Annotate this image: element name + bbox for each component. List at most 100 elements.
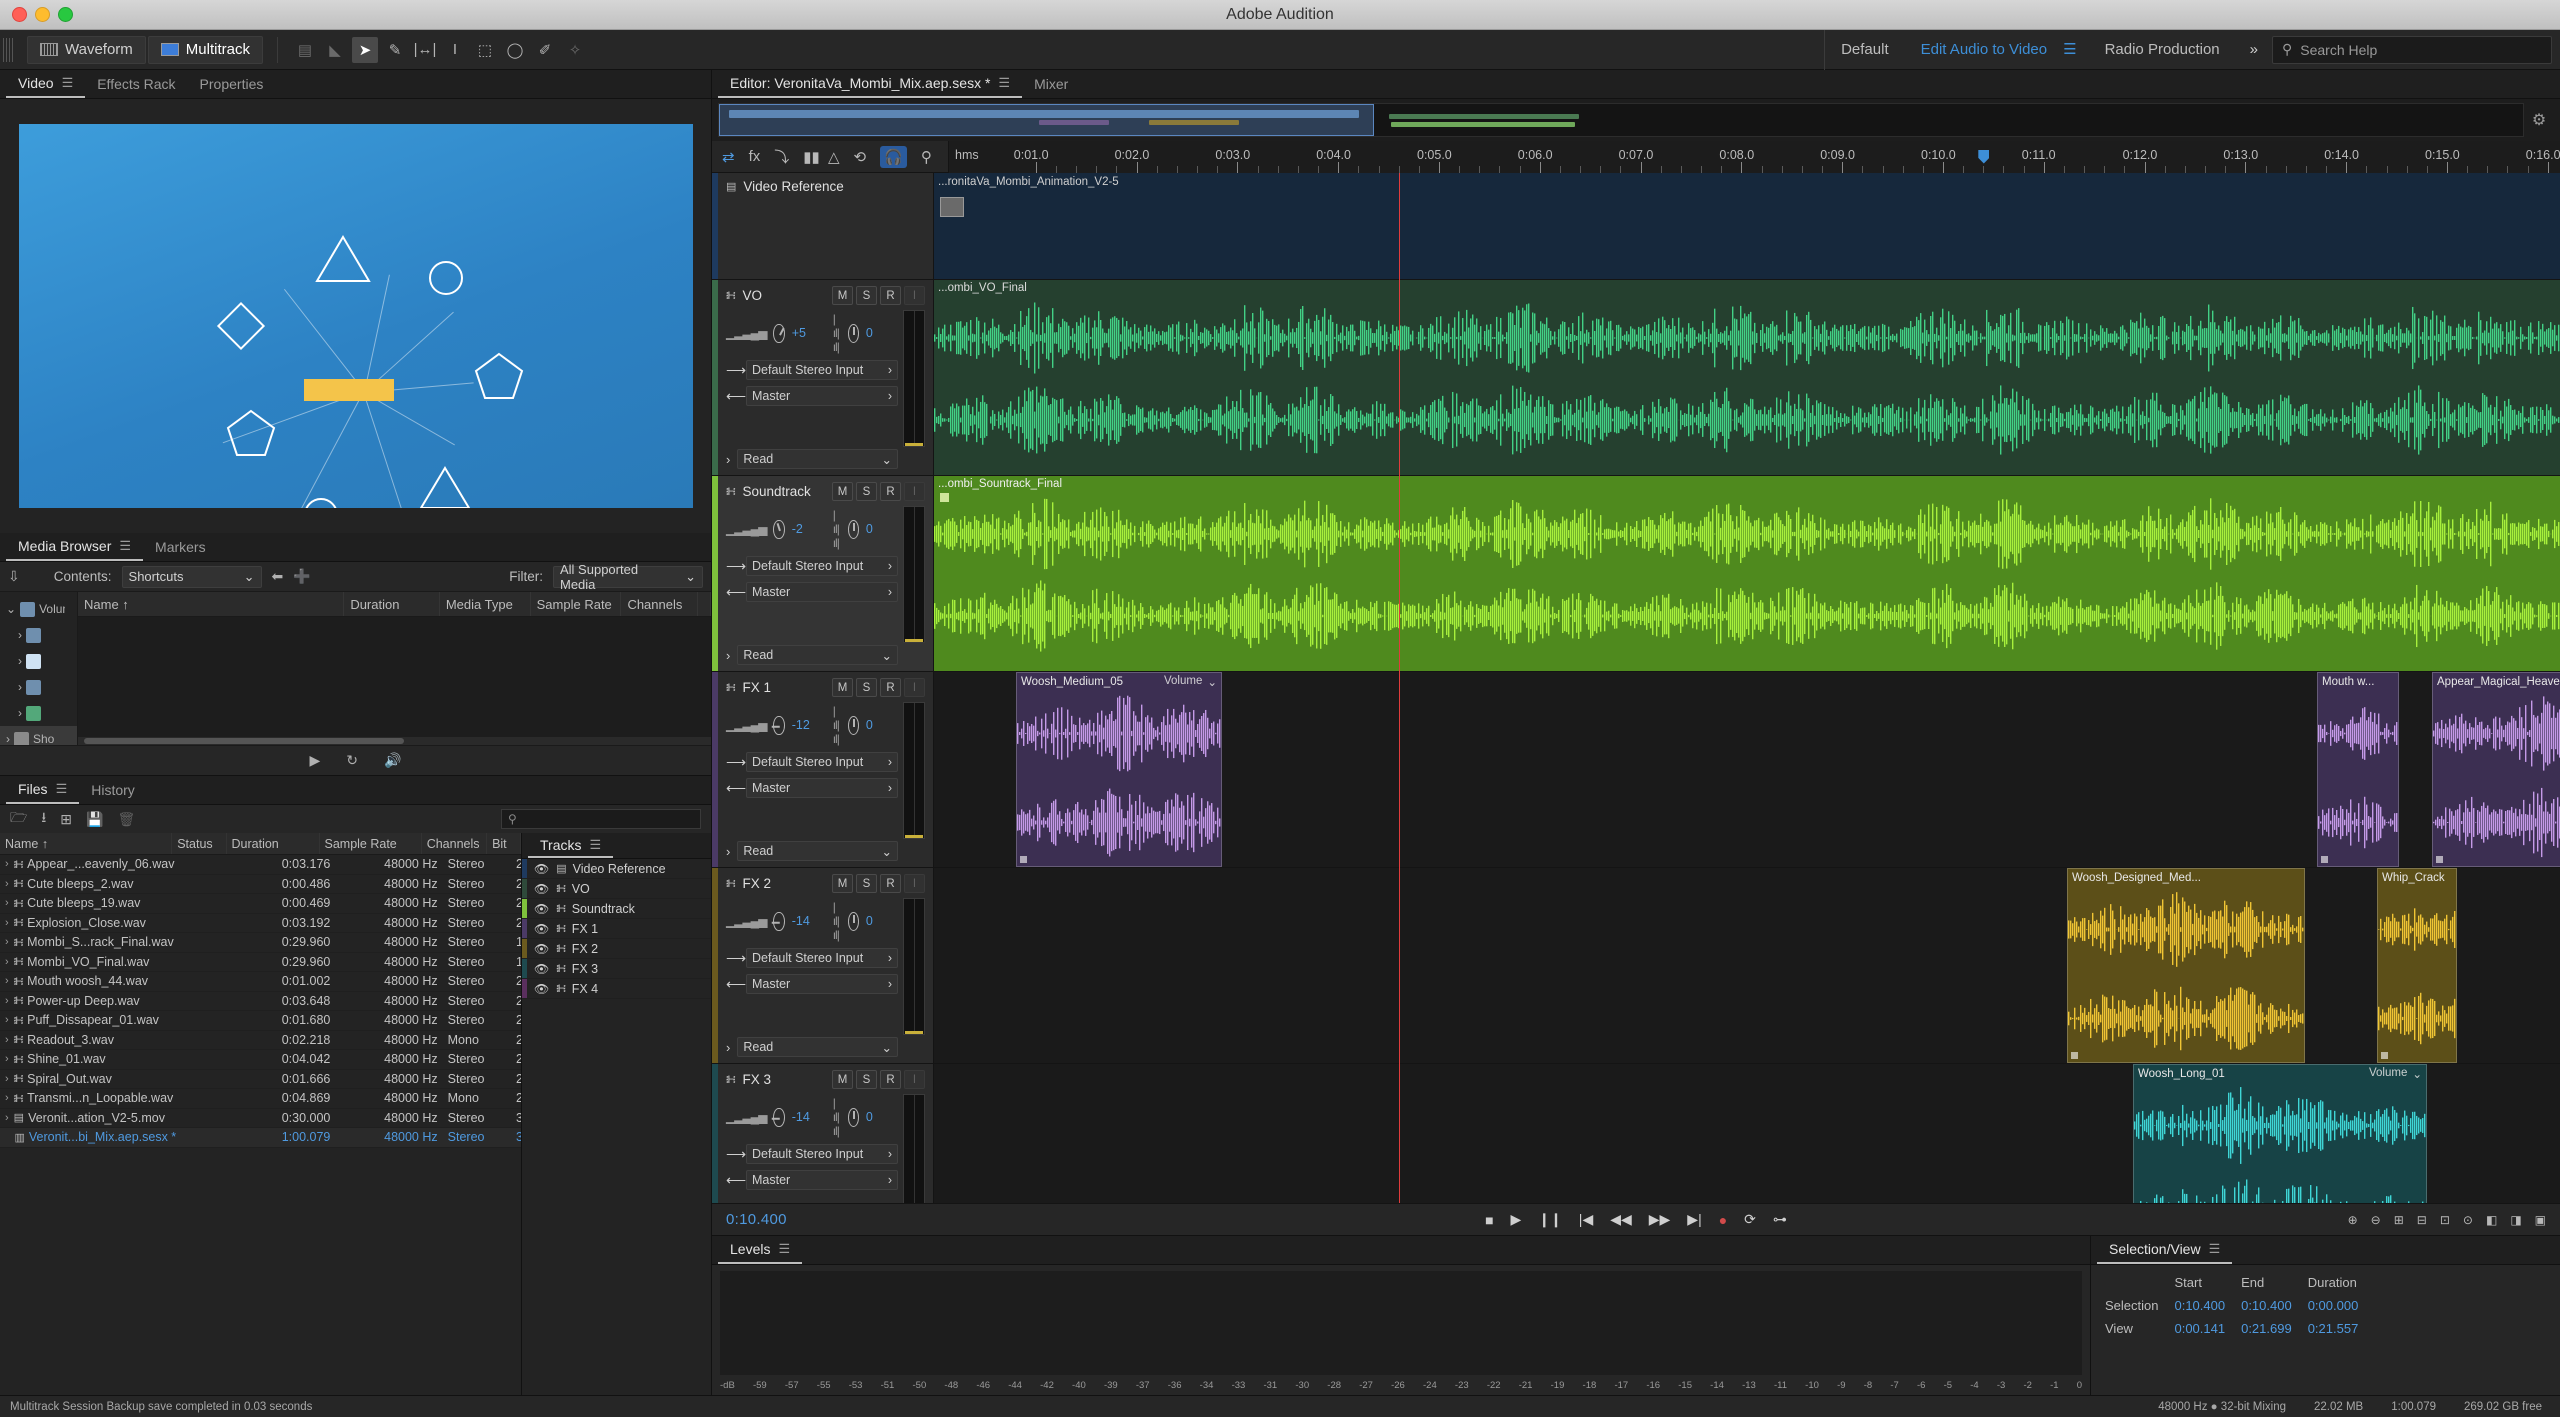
track-name[interactable]: FX 2 xyxy=(742,876,824,891)
clip-parameter[interactable]: Volume ⌄ xyxy=(1164,675,1217,689)
volume-knob[interactable] xyxy=(773,1107,785,1127)
markers-icon[interactable]: ⚲ xyxy=(921,148,932,166)
volume-value[interactable]: -14 xyxy=(792,1110,812,1124)
pan-knob[interactable] xyxy=(847,911,859,931)
mute-button[interactable]: M xyxy=(832,482,853,501)
paintbrush-selection-icon[interactable]: ✐ xyxy=(532,37,558,63)
solo-button[interactable]: S xyxy=(856,482,877,501)
video-preview-stage[interactable] xyxy=(0,99,711,533)
table-row[interactable]: › ᎒Ⱶ᎒ Mouth woosh_44.wav 0:01.002 48000 Hz St… xyxy=(0,972,521,992)
spot-healing-brush-icon[interactable]: ✧ xyxy=(562,37,588,63)
monitor-input-button[interactable]: I xyxy=(904,874,925,893)
audio-clip[interactable]: Appear_Magical_Heavenly_06Volume ⌄ xyxy=(2432,672,2560,867)
tab-video[interactable]: Video ☰ xyxy=(6,69,86,98)
tree-item-drive-4[interactable]: › xyxy=(0,700,77,726)
arm-record-button[interactable]: R xyxy=(880,678,901,697)
tree-item-drive-2[interactable]: › xyxy=(0,648,77,674)
tracks-list-item[interactable]: 👁 ᎒Ⱶ᎒ FX 4 xyxy=(522,979,711,999)
table-row[interactable]: › ᎒Ⱶ᎒ Mombi_VO_Final.wav 0:29.960 48000 Hz St… xyxy=(0,953,521,972)
filter-dropdown[interactable]: All Supported Media ⌄ xyxy=(553,562,703,592)
volume-value[interactable]: +5 xyxy=(792,326,812,340)
mute-button[interactable]: M xyxy=(832,1070,853,1089)
column-channels[interactable]: Channels xyxy=(621,592,698,616)
arm-record-button[interactable]: R xyxy=(880,482,901,501)
preview-play-icon[interactable]: ▶ xyxy=(310,752,321,769)
tracks-list-item[interactable]: 👁 ᎒Ⱶ᎒ VO xyxy=(522,879,711,899)
pause-button[interactable]: ❙❙ xyxy=(1538,1211,1561,1228)
tab-files[interactable]: Files ☰ xyxy=(6,776,80,804)
solo-button[interactable]: S xyxy=(856,1070,877,1089)
tab-properties[interactable]: Properties xyxy=(188,70,276,98)
tab-history[interactable]: History xyxy=(79,776,147,804)
track-header[interactable]: ᎒Ⱶ᎒SoundtrackMSRI▁▂▃▄▅-2|ıl|ıl|0((•))⟶De… xyxy=(712,476,933,672)
tracks-list-item[interactable]: 👁 ᎒Ⱶ᎒ FX 1 xyxy=(522,919,711,939)
expand-icon[interactable]: › xyxy=(5,1112,9,1124)
panel-menu-icon[interactable]: ☰ xyxy=(2209,1235,2221,1263)
add-shortcut-icon[interactable]: ➕ xyxy=(293,568,310,585)
table-row[interactable]: › ᎒Ⱶ᎒ Cute bleeps_2.wav 0:00.486 48000 Hz Ste… xyxy=(0,875,521,894)
auto-play-icon[interactable]: ↻ xyxy=(346,752,358,769)
volume-value[interactable]: -14 xyxy=(792,914,812,928)
pan-value[interactable]: 0 xyxy=(866,326,886,340)
track-header[interactable]: ᎒Ⱶ᎒FX 3MSRI▁▂▃▄▅-14|ıl|ıl|0((•))⟶Default… xyxy=(712,1064,933,1203)
spectral-frequency-icon[interactable]: ▤ xyxy=(292,37,318,63)
workspace-radio-production[interactable]: Radio Production xyxy=(2089,30,2236,70)
view-duration[interactable]: 0:21.557 xyxy=(2308,1317,2375,1340)
tracks-list-item[interactable]: 👁 ᎒Ⱶ᎒ Soundtrack xyxy=(522,899,711,919)
tab-tracks[interactable]: Tracks ☰ xyxy=(528,831,614,859)
expand-automation-icon[interactable]: › xyxy=(726,648,730,663)
track-lane[interactable]: Woosh_Designed_Med...Whip_CrackCute ...C… xyxy=(934,868,2560,1064)
monitor-input-button[interactable]: I xyxy=(904,678,925,697)
record-button[interactable]: ● xyxy=(1719,1212,1727,1228)
search-help-input[interactable]: ⚲ Search Help xyxy=(2272,35,2552,64)
workspace-default[interactable]: Default xyxy=(1825,30,1905,70)
tab-editor[interactable]: Editor: VeronitaVa_Mombi_Mix.aep.sesx * … xyxy=(718,70,1023,98)
levels-meter[interactable] xyxy=(720,1271,2082,1375)
track-lane[interactable]: Woosh_Long_01Volume ⌄Power-up DeepVolume… xyxy=(934,1064,2560,1203)
automation-mode-select[interactable]: Read ⌄ xyxy=(737,1037,898,1057)
expand-icon[interactable]: › xyxy=(5,897,9,909)
panel-menu-icon[interactable]: ☰ xyxy=(589,831,601,859)
expand-icon[interactable]: › xyxy=(5,1073,9,1085)
rewind-button[interactable]: ◀◀ xyxy=(1610,1211,1632,1228)
zoom-full-icon[interactable]: ⊡ xyxy=(2440,1213,2450,1227)
table-row[interactable]: › ᎒Ⱶ᎒ Spiral_Out.wav 0:01.666 48000 Hz Stereo… xyxy=(0,1070,521,1089)
zoom-out-full-icon[interactable]: ▣ xyxy=(2535,1213,2546,1227)
clip-fade-in-handle[interactable] xyxy=(2321,856,2328,863)
monitor-input-button[interactable]: I xyxy=(904,1070,925,1089)
expand-icon[interactable]: › xyxy=(5,956,9,968)
zoom-navigator[interactable]: ⚙ xyxy=(712,99,2560,141)
pan-value[interactable]: 0 xyxy=(866,522,886,536)
sends-icon[interactable]: ⤵ xyxy=(774,146,789,167)
panel-menu-icon[interactable]: ☰ xyxy=(62,69,74,97)
effects-rack-icon[interactable]: fx xyxy=(749,148,761,165)
column-media-type[interactable]: Media Type xyxy=(440,592,531,616)
tracks-rows[interactable]: 👁 ▤ Video Reference 👁 ᎒Ⱶ᎒ VO 👁 ᎒Ⱶ᎒ Soundtrack 👁 ᎒Ⱶ… xyxy=(522,859,711,1395)
track-output-select[interactable]: Master › xyxy=(746,778,898,798)
mix-input-icon[interactable]: ⇄ xyxy=(722,148,735,166)
clip-header[interactable]: Mouth w... xyxy=(2318,673,2398,690)
razor-tool-icon[interactable]: |↔| xyxy=(412,37,438,63)
track-lane[interactable]: Woosh_Medium_05 Volume ⌄ Mouth w... Appear_… xyxy=(934,672,2560,868)
expand-icon[interactable]: › xyxy=(5,936,9,948)
files-rows[interactable]: › ᎒Ⱶ᎒ Appear_...eavenly_06.wav 0:03.176 4800… xyxy=(0,855,521,1395)
metronome-icon[interactable]: △ xyxy=(828,148,840,166)
volume-knob[interactable] xyxy=(773,911,785,931)
table-row[interactable]: › ᎒Ⱶ᎒Readout_3.wav 0:02.218 48000 Hz Mono 24 xyxy=(0,1031,521,1050)
eye-icon[interactable]: 👁 xyxy=(534,962,549,976)
table-row[interactable]: › ᎒Ⱶ᎒ Transmi...n_Loopable.wav 0:04.869 4800… xyxy=(0,1089,521,1109)
audio-clip[interactable]: Whip_Crack xyxy=(2377,868,2457,1063)
clip-header[interactable]: Woosh_Medium_05 Volume ⌄ xyxy=(1017,673,1221,690)
tab-markers[interactable]: Markers xyxy=(143,533,218,561)
zoom-in-right-icon[interactable]: ◨ xyxy=(2510,1213,2521,1227)
clip-header[interactable]: Whip_Crack xyxy=(2378,869,2456,886)
expand-icon[interactable]: › xyxy=(5,1092,9,1104)
panel-menu-icon[interactable]: ☰ xyxy=(119,532,131,560)
timeline-ruler[interactable]: hms 0:01.0 0:02.0 0:03.0 0:04.0 0:05.0 0:06.0 0… xyxy=(948,140,2560,173)
move-playhead-to-end-button[interactable]: ▶| xyxy=(1687,1211,1701,1228)
tab-selection-view[interactable]: Selection/View ☰ xyxy=(2097,1235,2233,1264)
expand-icon[interactable]: › xyxy=(5,975,9,987)
media-browser-tree[interactable]: ⌄ Volumes › › › xyxy=(0,592,78,752)
playhead-line[interactable] xyxy=(1399,173,1400,1203)
selection-end[interactable]: 0:10.400 xyxy=(2241,1294,2308,1317)
